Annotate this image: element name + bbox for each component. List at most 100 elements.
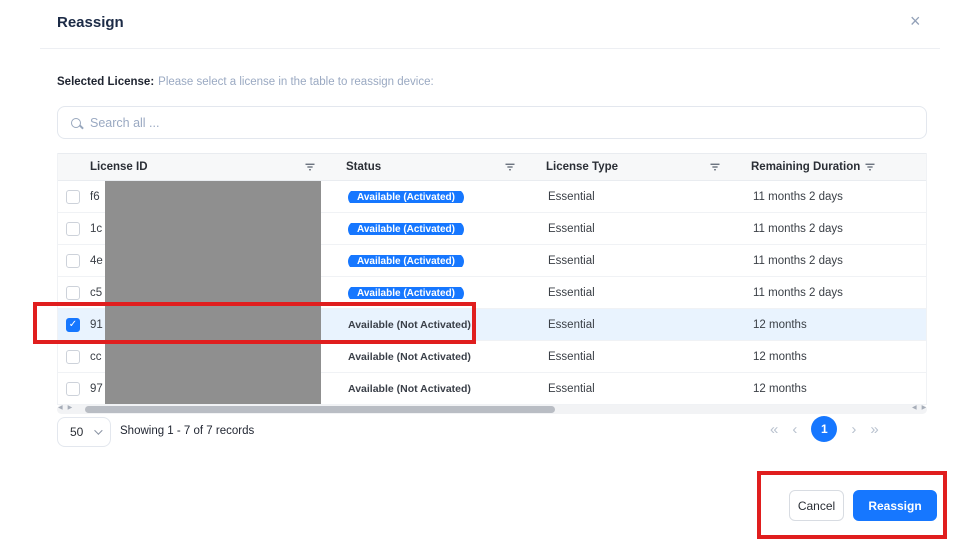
header-remaining-duration-label: Remaining Duration bbox=[751, 161, 860, 173]
scroll-left-icon[interactable]: ◀ bbox=[58, 405, 68, 411]
checkbox-cell bbox=[58, 254, 88, 268]
prev-page-button[interactable]: ‹ bbox=[792, 422, 797, 437]
license-id: cc bbox=[90, 351, 102, 363]
table-body: f6Available (Activated)Essential11 month… bbox=[58, 181, 926, 405]
pagination-controls: « ‹ 1 › » bbox=[770, 416, 879, 442]
checkbox-cell bbox=[58, 350, 88, 364]
search-placeholder: Search all ... bbox=[90, 116, 159, 130]
license-table: License ID Status License Type Remaining… bbox=[57, 153, 927, 405]
scroll-left-icon[interactable]: ◀ bbox=[912, 405, 922, 411]
scroll-arrows-right[interactable]: ◀▶ bbox=[912, 404, 931, 411]
row-checkbox[interactable] bbox=[66, 254, 80, 268]
status-cell: Available (Not Activated) bbox=[346, 383, 546, 395]
page-size-select[interactable]: 50 bbox=[57, 417, 111, 447]
license-id: 97 bbox=[90, 383, 103, 395]
status-cell: Available (Activated) bbox=[346, 191, 546, 203]
checkbox-cell: ✓ bbox=[58, 318, 88, 332]
next-page-button[interactable]: › bbox=[851, 422, 856, 437]
extra-cell: S bbox=[906, 191, 932, 203]
close-icon[interactable]: × bbox=[910, 12, 921, 30]
remaining-duration-cell: 11 months 2 days bbox=[751, 223, 906, 235]
extra-cell: S bbox=[906, 223, 932, 235]
checkbox-cell bbox=[58, 286, 88, 300]
scroll-right-icon[interactable]: ▶ bbox=[922, 405, 932, 411]
remaining-duration-cell: 11 months 2 days bbox=[751, 255, 906, 267]
license-type-cell: Essential bbox=[546, 191, 751, 203]
header-license-id: License ID bbox=[88, 161, 346, 173]
scrollbar-thumb[interactable] bbox=[85, 406, 555, 413]
header-license-id-label: License ID bbox=[90, 161, 148, 173]
extra-cell: S bbox=[906, 287, 932, 299]
records-summary: Showing 1 - 7 of 7 records bbox=[120, 425, 254, 437]
status-cell: Available (Activated) bbox=[346, 255, 546, 267]
checkbox-cell bbox=[58, 382, 88, 396]
filter-icon[interactable] bbox=[864, 161, 876, 173]
license-type-cell: Essential bbox=[546, 223, 751, 235]
status-cell: Available (Not Activated) bbox=[346, 351, 546, 363]
status-badge: Available (Not Activated) bbox=[348, 351, 471, 363]
filter-icon[interactable] bbox=[304, 161, 316, 173]
selected-license-label: Selected License: bbox=[57, 76, 154, 88]
license-id: 1c bbox=[90, 223, 102, 235]
scroll-right-icon[interactable]: ▶ bbox=[68, 405, 78, 411]
page-title: Reassign bbox=[57, 14, 124, 31]
status-cell: Available (Activated) bbox=[346, 287, 546, 299]
header-status-label: Status bbox=[346, 161, 381, 173]
remaining-duration-cell: 11 months 2 days bbox=[751, 287, 906, 299]
status-cell: Available (Not Activated) bbox=[346, 319, 546, 331]
cancel-button[interactable]: Cancel bbox=[789, 490, 844, 521]
row-checkbox[interactable] bbox=[66, 350, 80, 364]
header-remaining-duration: Remaining Duration bbox=[751, 161, 906, 173]
last-page-button[interactable]: » bbox=[870, 422, 878, 437]
status-badge: Available (Not Activated) bbox=[348, 319, 471, 331]
row-checkbox[interactable] bbox=[66, 286, 80, 300]
table-header: License ID Status License Type Remaining… bbox=[58, 153, 926, 181]
remaining-duration-cell: 11 months 2 days bbox=[751, 191, 906, 203]
checkbox-cell bbox=[58, 190, 88, 204]
license-type-cell: Essential bbox=[546, 383, 751, 395]
reassign-modal: Reassign × Selected License: Please selec… bbox=[0, 0, 963, 551]
status-badge: Available (Activated) bbox=[348, 287, 464, 299]
status-badge: Available (Activated) bbox=[348, 191, 464, 203]
remaining-duration-cell: 12 months bbox=[751, 383, 906, 395]
extra-cell: - bbox=[906, 383, 932, 395]
row-checkbox[interactable] bbox=[66, 382, 80, 396]
license-type-cell: Essential bbox=[546, 351, 751, 363]
license-id: c5 bbox=[90, 287, 102, 299]
header-license-type-label: License Type bbox=[546, 161, 618, 173]
status-badge: Available (Activated) bbox=[348, 223, 464, 235]
header-status: Status bbox=[346, 161, 546, 173]
remaining-duration-cell: 12 months bbox=[751, 351, 906, 363]
extra-cell: - bbox=[906, 351, 932, 363]
reassign-button[interactable]: Reassign bbox=[853, 490, 937, 521]
redaction-overlay bbox=[105, 181, 321, 404]
horizontal-scrollbar[interactable] bbox=[57, 405, 927, 414]
checkbox-cell bbox=[58, 222, 88, 236]
first-page-button[interactable]: « bbox=[770, 422, 778, 437]
search-input[interactable]: Search all ... bbox=[57, 106, 927, 139]
scroll-arrows-left[interactable]: ◀▶ bbox=[58, 404, 77, 411]
selected-license-helper: Please select a license in the table to … bbox=[158, 76, 434, 88]
current-page-button[interactable]: 1 bbox=[811, 416, 837, 442]
selected-license-line: Selected License: Please select a license… bbox=[57, 76, 434, 88]
extra-cell: S bbox=[906, 255, 932, 267]
status-badge: Available (Not Activated) bbox=[348, 383, 471, 395]
status-badge: Available (Activated) bbox=[348, 255, 464, 267]
extra-cell: - bbox=[906, 319, 932, 331]
row-checkbox[interactable] bbox=[66, 190, 80, 204]
filter-icon[interactable] bbox=[504, 161, 516, 173]
license-type-cell: Essential bbox=[546, 287, 751, 299]
search-icon bbox=[71, 118, 81, 128]
row-checkbox[interactable]: ✓ bbox=[66, 318, 80, 332]
license-type-cell: Essential bbox=[546, 255, 751, 267]
title-divider bbox=[40, 48, 940, 49]
license-id: 4e bbox=[90, 255, 103, 267]
page-size-value: 50 bbox=[70, 425, 83, 439]
row-checkbox[interactable] bbox=[66, 222, 80, 236]
chevron-down-icon bbox=[94, 426, 102, 434]
remaining-duration-cell: 12 months bbox=[751, 319, 906, 331]
license-id: 91 bbox=[90, 319, 103, 331]
filter-icon[interactable] bbox=[709, 161, 721, 173]
license-id: f6 bbox=[90, 191, 100, 203]
license-type-cell: Essential bbox=[546, 319, 751, 331]
